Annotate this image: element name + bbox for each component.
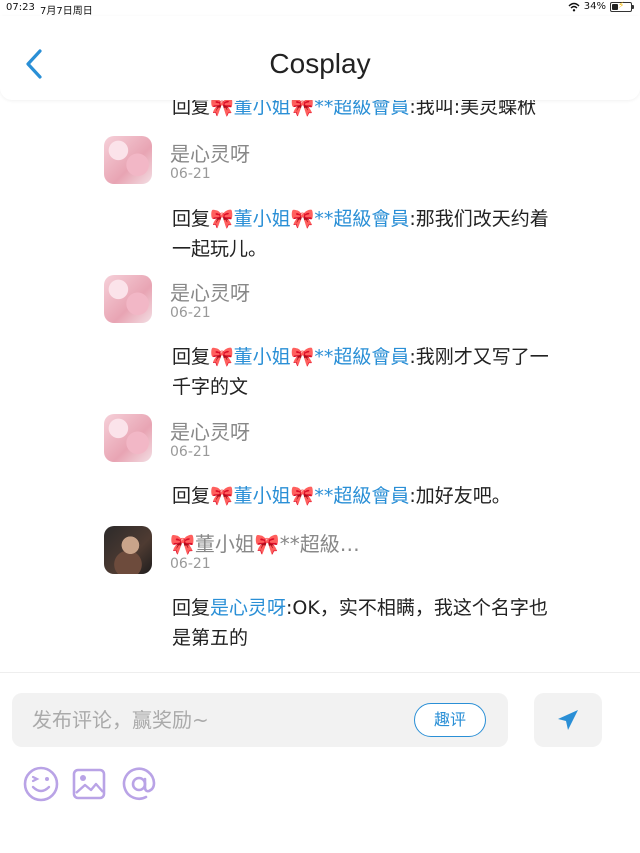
username[interactable]: 🎀董小姐🎀**超級… — [170, 528, 360, 557]
comment-list[interactable]: 回复🎀董小姐🎀**超級會員:我叫:美灵蝶栿 是心灵呀 06-21 回复🎀董小姐🎀… — [0, 100, 640, 672]
avatar[interactable] — [104, 414, 152, 462]
mention-link[interactable]: 🎀董小姐🎀**超級會員 — [210, 100, 409, 118]
avatar[interactable] — [104, 136, 152, 184]
battery-icon: ⚡ — [610, 0, 634, 12]
username[interactable]: 是心灵呀 — [170, 138, 250, 167]
mention-link[interactable]: 🎀董小姐🎀**超級會員 — [210, 346, 409, 368]
battery-percent: 34% — [583, 1, 606, 12]
at-icon[interactable] — [120, 765, 158, 803]
reply-text: 回复🎀董小姐🎀**超級會員:我刚才又写了一 千字的文 — [172, 346, 549, 398]
wifi-icon — [568, 2, 580, 11]
send-button[interactable] — [534, 693, 602, 747]
comment-date: 06-21 — [170, 305, 211, 321]
username[interactable]: 是心灵呀 — [170, 416, 250, 445]
page-title: Cosplay — [269, 48, 371, 79]
mention-link[interactable]: 🎀董小姐🎀**超級會員 — [210, 208, 409, 230]
mention-link[interactable]: 是心灵呀 — [210, 597, 286, 619]
username[interactable]: 是心灵呀 — [170, 277, 250, 306]
comment-date: 06-21 — [170, 166, 211, 182]
image-icon[interactable] — [70, 765, 108, 803]
status-time: 07:23 — [6, 2, 35, 13]
status-bar: 07:23 7月7日周日 34% ⚡ — [0, 0, 640, 17]
avatar[interactable] — [104, 526, 152, 574]
quping-button[interactable]: 趣评 — [414, 703, 486, 737]
reply-text: 回复🎀董小姐🎀**超級會員:加好友吧。 — [172, 485, 511, 507]
header: Cosplay — [0, 16, 640, 100]
comment-input[interactable] — [32, 693, 392, 747]
emoji-icon[interactable] — [22, 765, 60, 803]
mention-link[interactable]: 🎀董小姐🎀**超級會員 — [210, 485, 409, 507]
send-icon — [558, 710, 578, 730]
reply-text: 回复🎀董小姐🎀**超級會員:我叫:美灵蝶栿 — [172, 100, 612, 122]
reply-text: 回复是心灵呀:OK，实不相瞒，我这个名字也 是第五的 — [172, 597, 548, 649]
comment-composer: 趣评 — [0, 672, 640, 853]
charging-icon: ⚡ — [618, 0, 625, 11]
comment-box[interactable]: 趣评 — [12, 693, 508, 747]
reply-text: 回复🎀董小姐🎀**超級會員:那我们改天约着 一起玩儿。 — [172, 208, 549, 260]
comment-date: 06-21 — [170, 556, 211, 572]
comment-date: 06-21 — [170, 444, 211, 460]
status-right: 34% ⚡ — [568, 0, 634, 12]
status-date: 7月7日周日 — [40, 6, 93, 17]
avatar[interactable] — [104, 275, 152, 323]
